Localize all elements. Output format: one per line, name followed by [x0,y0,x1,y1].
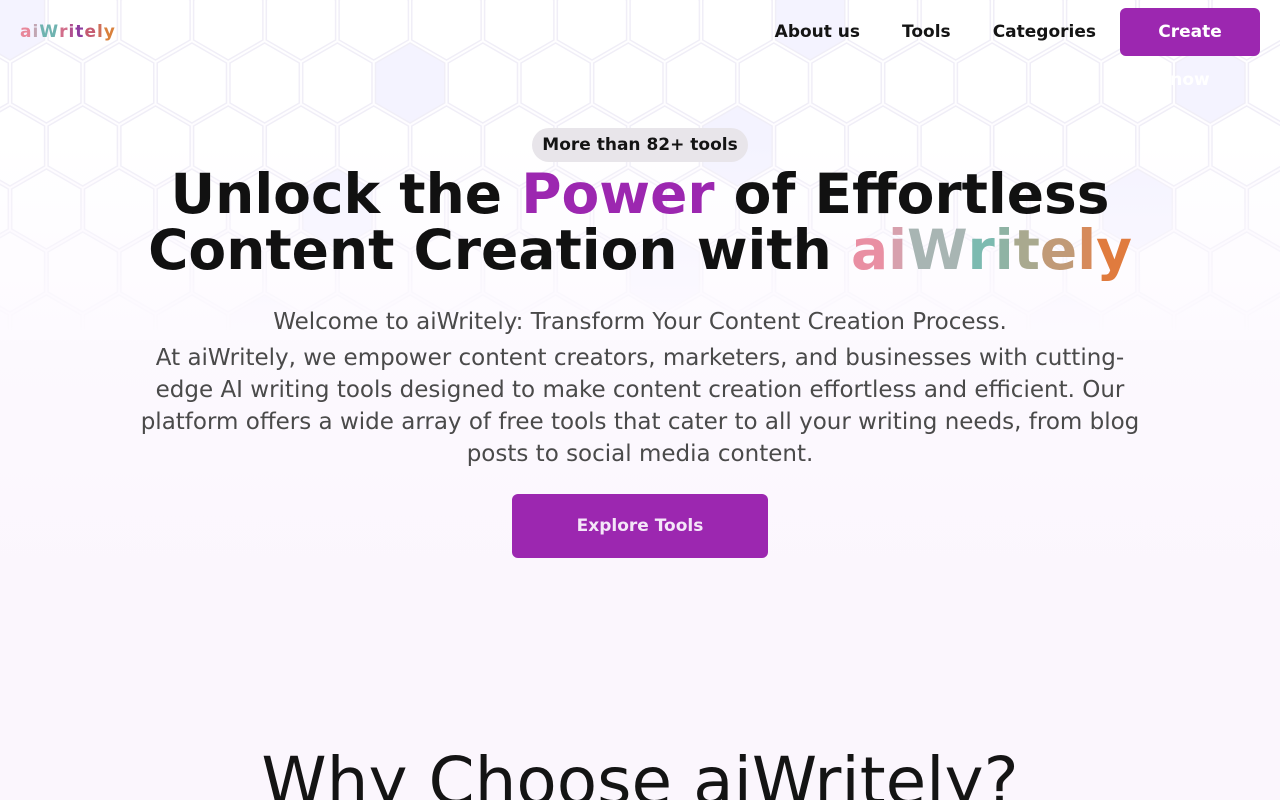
logo-letter: y [103,22,116,42]
hero-subtitle: Welcome to aiWritely: Transform Your Con… [273,309,1007,335]
nav-about-us[interactable]: About us [775,8,860,56]
headline-accent-word: Power [521,162,715,226]
brand-letter: i [888,218,907,282]
brand-letter: i [994,218,1014,282]
logo-letter: i [32,22,40,42]
brand-letter: W [906,218,968,282]
main-nav: About us Tools Categories Create now [775,8,1260,90]
brand-letter: y [1096,218,1132,282]
hero-headline: Unlock the Power of Effortless Content C… [40,166,1240,278]
headline-text-2: of Effortless [714,162,1110,226]
site-header: aiWritely About us Tools Categories Crea… [0,0,1280,90]
hero-description: At aiWritely, we empower content creator… [140,345,1140,467]
nav-tools[interactable]: Tools [902,8,951,56]
brand-letter: l [1077,218,1097,282]
brand-letter: r [967,218,995,282]
create-now-button[interactable]: Create now [1120,8,1260,90]
nav-categories[interactable]: Categories [993,8,1096,56]
tools-count-badge: More than 82+ tools [532,128,748,162]
page: aiWritely About us Tools Categories Crea… [0,0,1280,800]
brand-letter: t [1013,218,1040,282]
logo-letter: t [75,22,85,42]
logo-letter: i [68,22,76,42]
headline-text-1: Unlock the [170,162,522,226]
explore-tools-button[interactable]: Explore Tools [512,494,768,558]
logo-letter: W [39,22,60,42]
why-choose-title: Why Choose aiWritely? [261,743,1019,800]
logo-letter: l [96,22,104,42]
brand-letter: e [1039,218,1078,282]
logo-letter: e [84,22,97,42]
headline-text-3: Content Creation with [148,218,851,282]
logo-letter: r [59,22,69,42]
brand-letter: a [850,218,889,282]
logo-letter: a [20,22,33,42]
logo[interactable]: aiWritely [20,21,116,43]
headline-brand-name: aiWritely [851,218,1132,282]
